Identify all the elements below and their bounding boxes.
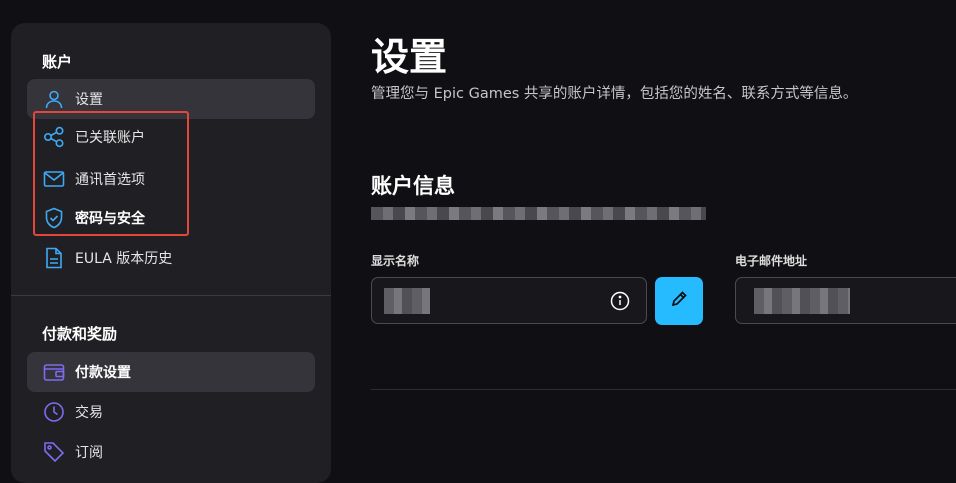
user-icon bbox=[43, 88, 65, 110]
account-section-title: 账户 bbox=[42, 53, 73, 71]
sidebar-item-linked-accounts[interactable]: 已关联账户 bbox=[27, 117, 315, 157]
info-icon[interactable] bbox=[610, 291, 630, 311]
page-description: 管理您与 Epic Games 共享的账户详情，包括您的姓名、联系方式等信息。 bbox=[371, 86, 858, 102]
document-icon bbox=[43, 247, 65, 269]
redacted-account-id bbox=[371, 207, 706, 220]
sidebar-item-communication[interactable]: 通讯首选项 bbox=[27, 159, 315, 199]
account-info-title: 账户信息 bbox=[371, 174, 455, 198]
sidebar-item-label: 通讯首选项 bbox=[75, 172, 145, 188]
page-title: 设置 bbox=[371, 35, 448, 79]
redacted-email bbox=[754, 288, 850, 314]
clock-icon bbox=[43, 401, 65, 423]
email-field[interactable] bbox=[735, 277, 956, 324]
sidebar-item-password-security[interactable]: 密码与安全 bbox=[27, 198, 315, 238]
edit-display-name-button[interactable] bbox=[655, 277, 703, 325]
display-name-field[interactable] bbox=[371, 277, 647, 324]
mail-icon bbox=[43, 168, 65, 190]
sidebar-item-label: 密码与安全 bbox=[75, 211, 145, 227]
sidebar-item-eula[interactable]: EULA 版本历史 bbox=[27, 238, 315, 278]
sidebar: 账户 设置 已关联账户 通讯首选项 密码与安全 EULA 版本历史 付款和奖励 bbox=[11, 23, 331, 483]
shield-icon bbox=[43, 207, 65, 229]
sidebar-item-label: 交易 bbox=[75, 405, 103, 421]
sidebar-item-subscriptions[interactable]: 订阅 bbox=[27, 432, 315, 472]
sidebar-item-transactions[interactable]: 交易 bbox=[27, 392, 315, 432]
section-divider bbox=[371, 389, 956, 390]
sidebar-item-label: 设置 bbox=[75, 92, 103, 108]
sidebar-item-label: 已关联账户 bbox=[75, 130, 145, 146]
sidebar-item-payment-settings[interactable]: 付款设置 bbox=[27, 352, 315, 392]
tag-icon bbox=[43, 441, 65, 463]
sidebar-item-label: 付款设置 bbox=[75, 365, 131, 381]
sidebar-divider bbox=[11, 295, 331, 296]
share-icon bbox=[43, 126, 65, 148]
wallet-icon bbox=[43, 361, 65, 383]
redacted-display-name bbox=[384, 288, 430, 314]
email-label: 电子邮件地址 bbox=[735, 254, 808, 268]
payment-section-title: 付款和奖励 bbox=[42, 325, 118, 343]
pencil-icon bbox=[670, 290, 688, 312]
sidebar-item-settings[interactable]: 设置 bbox=[27, 79, 315, 119]
sidebar-item-label: 订阅 bbox=[75, 445, 103, 461]
display-name-label: 显示名称 bbox=[371, 254, 420, 268]
sidebar-item-label: EULA 版本历史 bbox=[75, 251, 173, 267]
